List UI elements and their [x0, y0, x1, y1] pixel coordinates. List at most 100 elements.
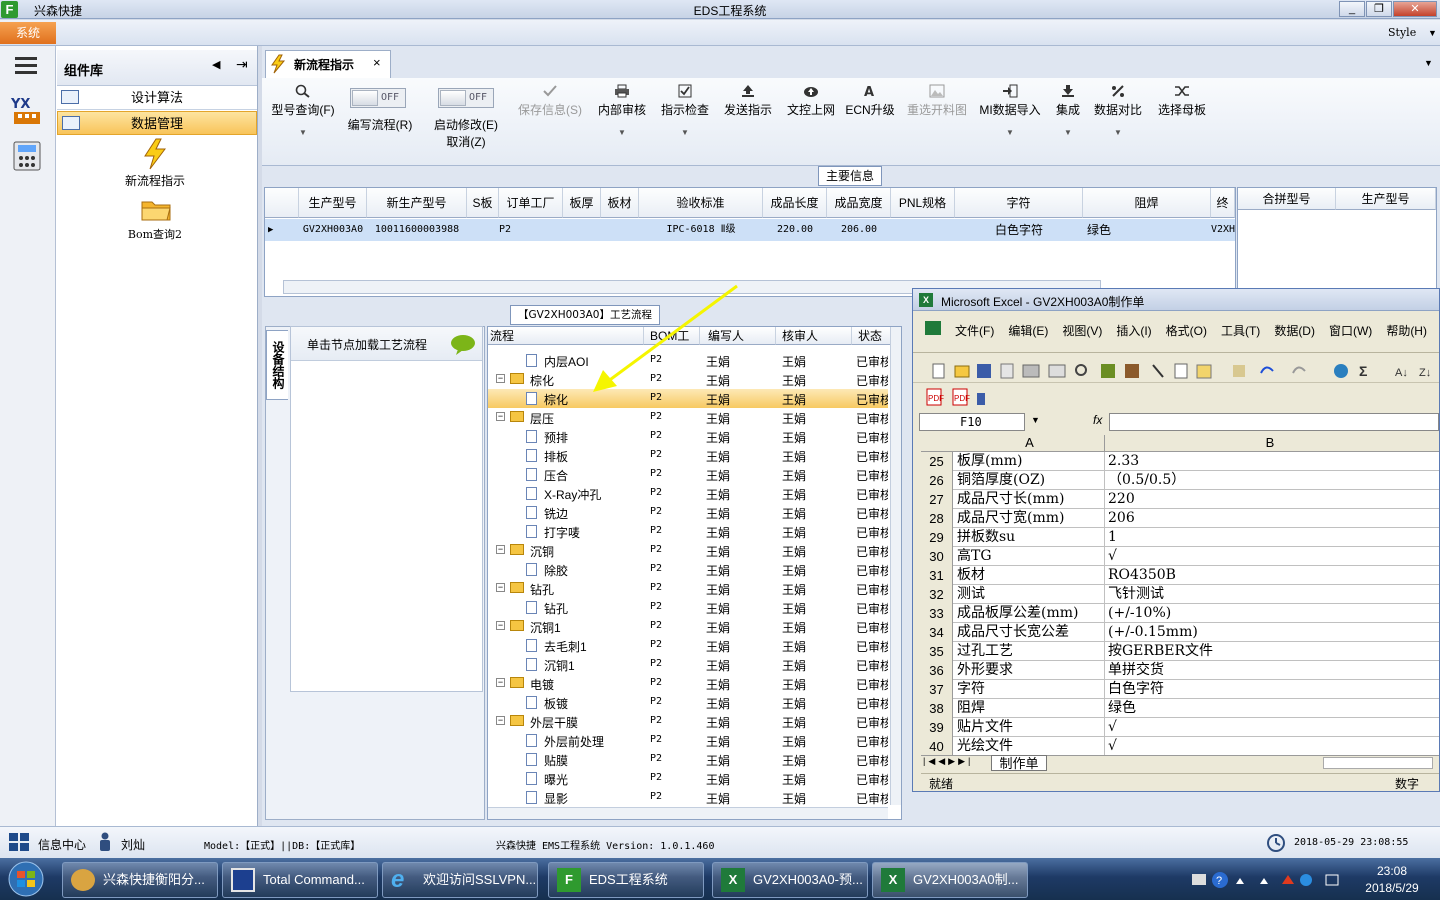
- model-query-button[interactable]: 型号查询(F) ▼: [268, 84, 338, 137]
- table-cell[interactable]: 206.00: [827, 219, 891, 241]
- row-number[interactable]: 40: [921, 737, 953, 756]
- system-tray-icons[interactable]: ?: [1190, 870, 1340, 890]
- horizontal-scrollbar[interactable]: [488, 807, 888, 819]
- instruction-check-button[interactable]: 指示检查 ▼: [657, 84, 713, 137]
- row-selector-icon[interactable]: ▶: [265, 219, 299, 241]
- start-orb-icon[interactable]: [6, 860, 46, 898]
- row-number[interactable]: 25: [921, 452, 953, 471]
- reselect-material-button[interactable]: 重选开料图: [902, 84, 972, 118]
- column-header[interactable]: 成品长度: [763, 188, 827, 218]
- cell-b[interactable]: (+/-10%): [1105, 604, 1435, 623]
- row-number[interactable]: 33: [921, 604, 953, 623]
- column-header[interactable]: 阻焊: [1083, 188, 1211, 218]
- equipment-structure-tab[interactable]: 设备结构: [266, 330, 288, 400]
- dropdown-arrow-icon[interactable]: ▼: [594, 128, 650, 137]
- tree-row[interactable]: − 沉铜1 P2 王娟 王娟 已审核: [488, 617, 888, 636]
- cell-b[interactable]: 白色字符: [1105, 680, 1435, 699]
- pin-panel-icon[interactable]: ⇥: [236, 56, 248, 73]
- table-cell[interactable]: 10011600003988: [367, 219, 467, 241]
- formula-bar[interactable]: [1109, 413, 1439, 431]
- row-number[interactable]: 27: [921, 490, 953, 509]
- tree-row[interactable]: − 沉铜 P2 王娟 王娟 已审核: [488, 541, 888, 560]
- dropdown-arrow-icon[interactable]: ▼: [1092, 128, 1144, 137]
- collapse-left-icon[interactable]: ◀: [212, 58, 220, 71]
- cell-a[interactable]: 字符: [955, 680, 1105, 699]
- tree-row[interactable]: − 钻孔 P2 王娟 王娟 已审核: [488, 579, 888, 598]
- new-flow-lightning-icon[interactable]: [142, 138, 168, 170]
- table-cell[interactable]: 220.00: [763, 219, 827, 241]
- cell-b[interactable]: RO4350B: [1105, 566, 1435, 585]
- column-header[interactable]: 板材: [601, 188, 639, 218]
- row-number[interactable]: 39: [921, 718, 953, 737]
- row-number[interactable]: 36: [921, 661, 953, 680]
- cell-b[interactable]: 单拼交货: [1105, 661, 1435, 680]
- cell-a[interactable]: 光绘文件: [955, 737, 1105, 756]
- column-header[interactable]: 合拼型号: [1238, 188, 1336, 210]
- component-item-design-algorithm[interactable]: 设计算法: [57, 86, 257, 110]
- cell-a[interactable]: 过孔工艺: [955, 642, 1105, 661]
- save-info-button[interactable]: 保存信息(S): [512, 84, 588, 118]
- close-button[interactable]: ✕: [1393, 1, 1437, 17]
- row-number[interactable]: 32: [921, 585, 953, 604]
- excel-menu-item[interactable]: 帮助(H): [1386, 324, 1427, 338]
- taskbar-item-eds[interactable]: F EDS工程系统: [548, 862, 704, 898]
- taskbar-item-total-commander[interactable]: Total Command...: [222, 862, 378, 898]
- select-mother-board-button[interactable]: 选择母板: [1154, 84, 1210, 118]
- sheet-nav-arrows-icon[interactable]: |◀◀▶▶|: [923, 756, 973, 767]
- tree-row[interactable]: 沉铜1 P2 王娟 王娟 已审核: [488, 655, 888, 674]
- cell-b[interactable]: √: [1105, 737, 1435, 756]
- column-header[interactable]: PNL规格: [891, 188, 955, 218]
- taskbar-item-excel-active[interactable]: X GV2XH003A0制...: [872, 862, 1028, 898]
- cell-a[interactable]: 测试: [955, 585, 1105, 604]
- hamburger-menu-icon[interactable]: [14, 54, 38, 76]
- cell-b[interactable]: √: [1105, 547, 1435, 566]
- tree-row[interactable]: 板镀 P2 王娟 王娟 已审核: [488, 693, 888, 712]
- tree-row[interactable]: X-Ray冲孔 P2 王娟 王娟 已审核: [488, 484, 888, 503]
- tab-list-dropdown-icon[interactable]: ▼: [1424, 58, 1433, 68]
- column-header[interactable]: 生产型号: [1336, 188, 1436, 210]
- column-header[interactable]: 验收标准: [639, 188, 763, 218]
- start-modify-toggle[interactable]: OFF: [438, 88, 494, 108]
- tree-row[interactable]: − 层压 P2 王娟 王娟 已审核: [488, 408, 888, 427]
- excel-menu-item[interactable]: 数据(D): [1274, 324, 1315, 338]
- ecn-upgrade-button[interactable]: A ECN升级: [845, 84, 895, 118]
- cell-b[interactable]: 按GERBER文件: [1105, 642, 1435, 661]
- collapse-node-icon[interactable]: −: [496, 621, 505, 630]
- table-cell[interactable]: 白色字符: [955, 219, 1083, 241]
- cell-b[interactable]: 飞针测试: [1105, 585, 1435, 604]
- table-cell[interactable]: [467, 219, 499, 241]
- cell-b[interactable]: 2.33: [1105, 452, 1435, 471]
- cell-b[interactable]: √: [1105, 718, 1435, 737]
- cell-a[interactable]: 贴片文件: [955, 718, 1105, 737]
- system-menu-button[interactable]: 系统: [0, 22, 56, 44]
- tree-row[interactable]: 曝光 P2 王娟 王娟 已审核: [488, 769, 888, 788]
- excel-menu-item[interactable]: 编辑(E): [1008, 324, 1048, 338]
- column-header[interactable]: 状态: [852, 327, 892, 345]
- restore-button[interactable]: ❐: [1366, 1, 1392, 17]
- tree-row[interactable]: − 电镀 P2 王娟 王娟 已审核: [488, 674, 888, 693]
- info-center-link[interactable]: 信息中心: [38, 836, 86, 853]
- taskbar-item-hengyang[interactable]: 兴森快捷衡阳分...: [62, 862, 218, 898]
- column-header[interactable]: S板: [467, 188, 499, 218]
- table-cell[interactable]: GV2XH003A0: [299, 219, 367, 241]
- text-upload-button[interactable]: 文控上网: [783, 84, 839, 118]
- tree-row[interactable]: 排板 P2 王娟 王娟 已审核: [488, 446, 888, 465]
- component-item-data-management[interactable]: 数据管理: [57, 111, 257, 135]
- row-number[interactable]: 34: [921, 623, 953, 642]
- tree-row[interactable]: 外层前处理 P2 王娟 王娟 已审核: [488, 731, 888, 750]
- calculator-icon[interactable]: [12, 140, 42, 172]
- tree-row[interactable]: 铣边 P2 王娟 王娟 已审核: [488, 503, 888, 522]
- collapse-node-icon[interactable]: −: [496, 583, 505, 592]
- cell-a[interactable]: 阻焊: [955, 699, 1105, 718]
- cell-a[interactable]: 成品尺寸长(mm): [955, 490, 1105, 509]
- integrate-button[interactable]: 集成 ▼: [1050, 84, 1086, 137]
- style-dropdown-icon[interactable]: ▼: [1428, 28, 1437, 38]
- tree-row[interactable]: 钻孔 P2 王娟 王娟 已审核: [488, 598, 888, 617]
- tree-row[interactable]: 打字唛 P2 王娟 王娟 已审核: [488, 522, 888, 541]
- column-header[interactable]: 板厚: [563, 188, 601, 218]
- mi-import-button[interactable]: MI数据导入 ▼: [976, 84, 1044, 137]
- dropdown-arrow-icon[interactable]: ▼: [1050, 128, 1086, 137]
- collapse-node-icon[interactable]: −: [496, 716, 505, 725]
- table-cell[interactable]: V2XH: [1211, 219, 1235, 241]
- cell-a[interactable]: 高TG: [955, 547, 1105, 566]
